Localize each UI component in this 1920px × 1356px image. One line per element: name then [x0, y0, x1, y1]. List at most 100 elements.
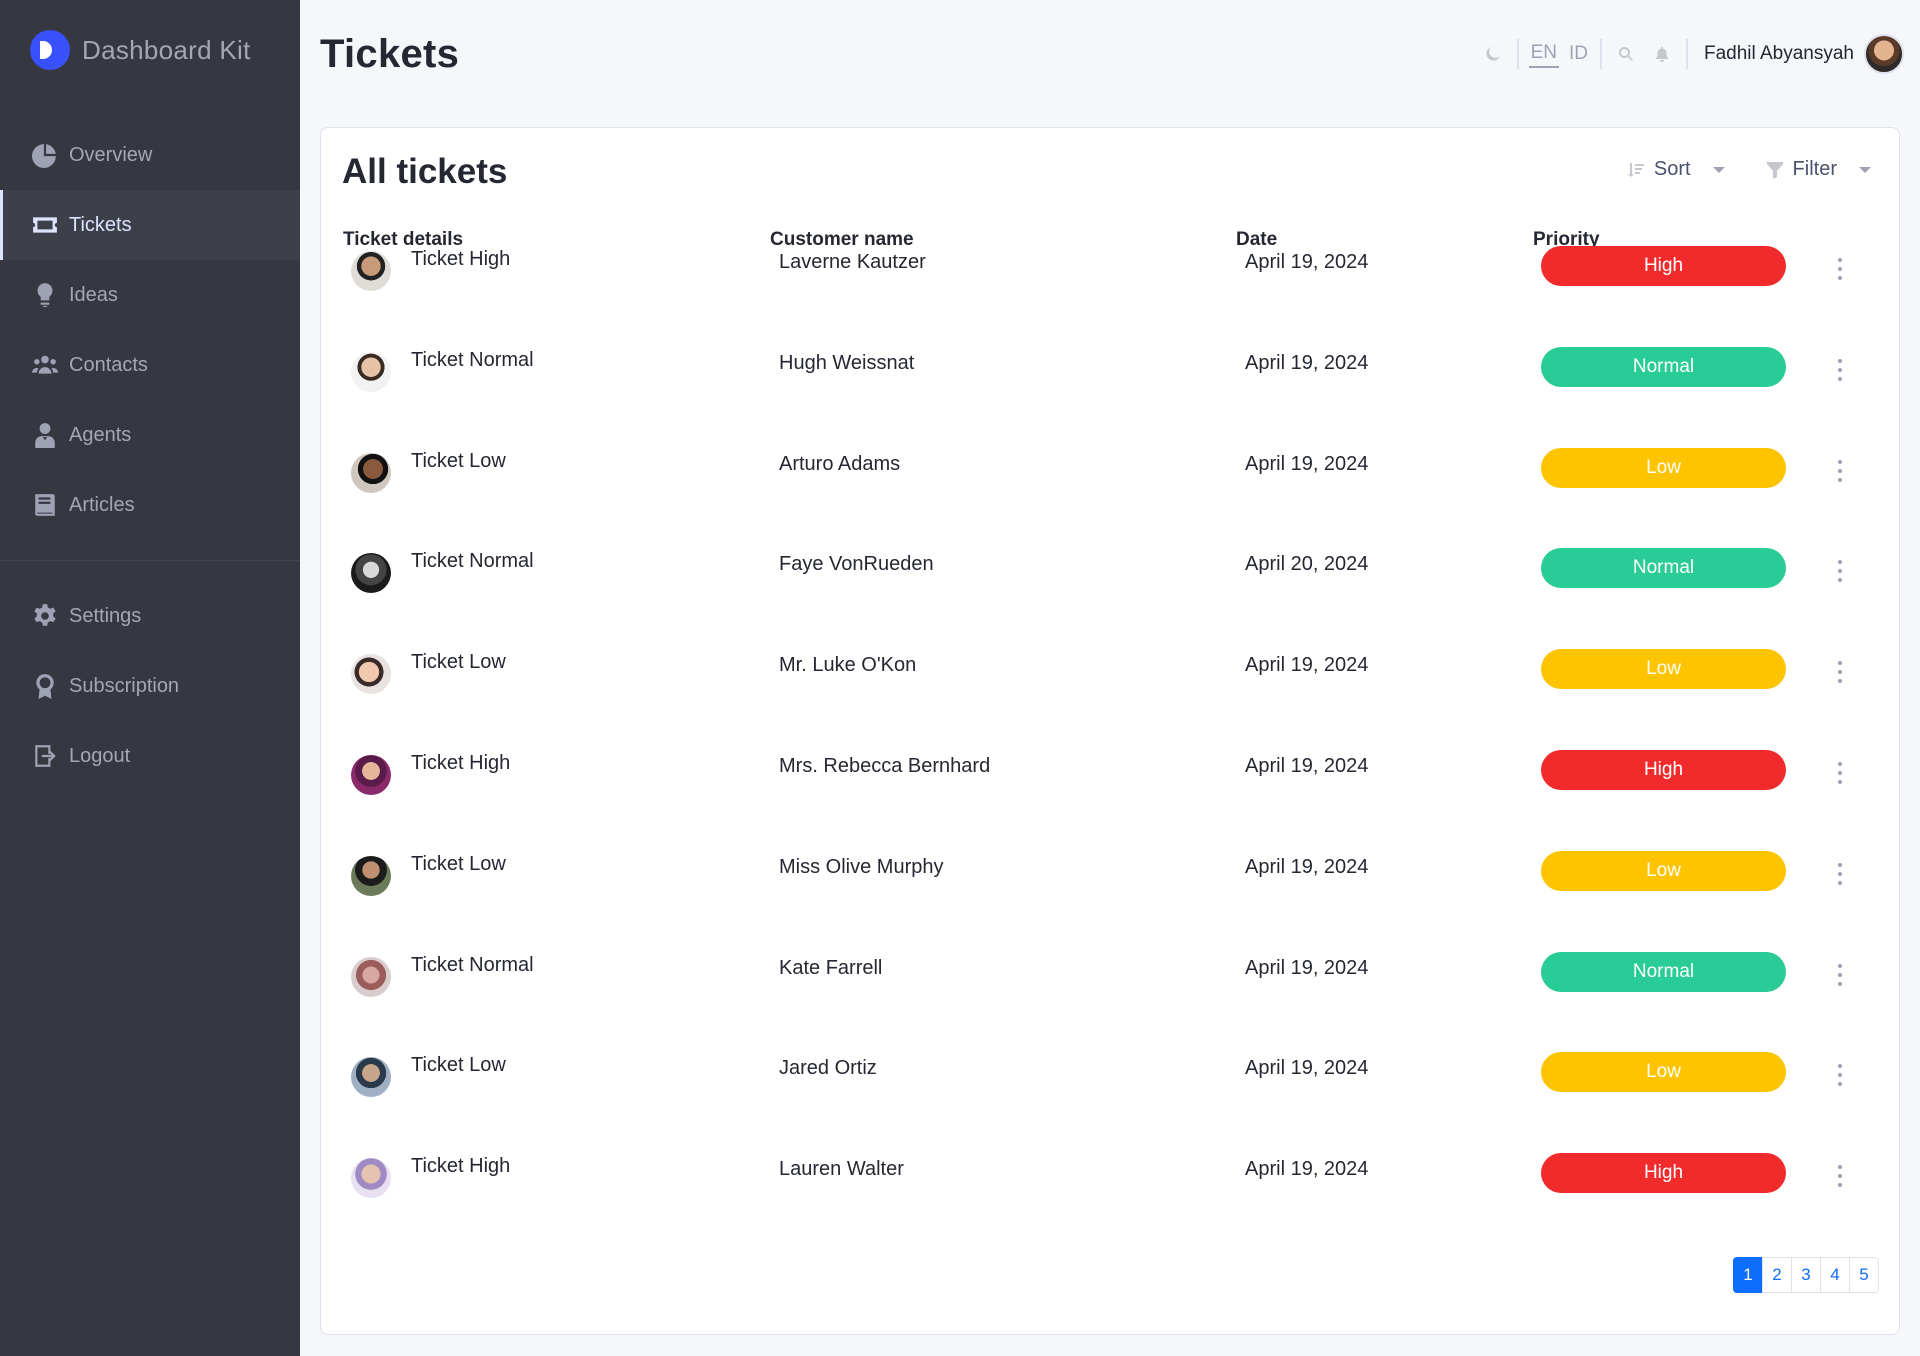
logout-icon	[31, 742, 59, 770]
more-options-icon[interactable]	[1835, 258, 1845, 280]
bell-icon[interactable]	[1652, 44, 1672, 64]
language-id[interactable]: ID	[1567, 41, 1590, 67]
sort-button[interactable]: Sort	[1626, 158, 1725, 181]
ticket-title[interactable]: Ticket Normal	[411, 349, 534, 372]
table-row[interactable]: Ticket Low Miss Olive Murphy April 19, 202…	[321, 829, 1901, 929]
priority-badge: Low	[1541, 1052, 1786, 1093]
table-row[interactable]: Ticket Low Mr. Luke O'Kon April 19, 2024 Lo…	[321, 627, 1901, 727]
ticket-title[interactable]: Ticket Low	[411, 853, 506, 876]
pie-chart-icon	[31, 141, 59, 169]
more-options-icon[interactable]	[1835, 459, 1845, 482]
page-button[interactable]: 3	[1791, 1257, 1821, 1293]
more-options-icon[interactable]	[1835, 358, 1845, 381]
sort-icon	[1627, 162, 1644, 177]
table-row[interactable]: Ticket High Mrs. Rebecca Bernhard April 19…	[321, 728, 1901, 828]
avatar	[351, 251, 391, 291]
avatar[interactable]	[1864, 34, 1904, 74]
table-row[interactable]: Ticket Normal Hugh Weissnat April 19, 2024…	[321, 325, 1901, 425]
sidebar-item-label: Contacts	[69, 353, 148, 376]
priority-badge: Normal	[1541, 346, 1786, 387]
customer-name: Miss Olive Murphy	[779, 855, 944, 878]
page-button[interactable]: 4	[1820, 1257, 1850, 1293]
topbar: EN ID Fadhil Abyansyah	[1475, 32, 1904, 76]
ticket-title[interactable]: Ticket Normal	[411, 550, 534, 573]
customer-name: Mr. Luke O'Kon	[779, 654, 917, 677]
ticket-title[interactable]: Ticket Low	[411, 450, 506, 473]
customer-name: Arturo Adams	[779, 452, 901, 475]
sidebar-item-settings[interactable]: Settings	[0, 581, 300, 651]
language-en[interactable]: EN	[1528, 40, 1559, 68]
customer-name: Mrs. Rebecca Bernhard	[779, 755, 991, 777]
search-icon[interactable]	[1616, 44, 1636, 64]
ticket-title[interactable]: Ticket Low	[411, 651, 506, 674]
ticket-date: April 19, 2024	[1245, 1057, 1369, 1080]
ticket-title[interactable]: Ticket High	[411, 248, 510, 271]
filter-button[interactable]: Filter	[1765, 158, 1871, 181]
pagination: 12345	[1733, 1257, 1879, 1293]
sidebar-item-label: Articles	[69, 493, 135, 516]
sidebar-item-label: Subscription	[69, 674, 180, 697]
more-options-icon[interactable]	[1835, 963, 1845, 986]
priority-badge: Low	[1541, 850, 1786, 891]
sidebar-item-tickets[interactable]: Tickets	[0, 190, 300, 260]
avatar	[351, 452, 391, 493]
more-options-icon[interactable]	[1835, 661, 1845, 684]
users-icon	[31, 351, 59, 379]
customer-name: Jared Ortiz	[779, 1057, 877, 1080]
table-row[interactable]: Ticket Normal Faye VonRueden April 20, 202…	[321, 526, 1901, 626]
avatar	[351, 855, 391, 896]
sidebar: Dashboard Kit Overview Tickets Ideas Contac…	[0, 0, 300, 1356]
avatar	[351, 1158, 391, 1199]
divider	[1686, 39, 1688, 69]
sidebar-divider	[0, 560, 300, 561]
table-row[interactable]: Ticket Low Arturo Adams April 19, 2024 Low	[321, 426, 1901, 526]
ticket-date: April 19, 2024	[1245, 855, 1369, 878]
more-options-icon[interactable]	[1835, 762, 1845, 784]
table-row[interactable]: Ticket High Laverne Kautzer April 19, 2024…	[321, 224, 1901, 324]
more-options-icon[interactable]	[1835, 862, 1845, 885]
more-options-icon[interactable]	[1835, 560, 1845, 583]
brand[interactable]: Dashboard Kit	[30, 30, 251, 70]
table-row[interactable]: Ticket High Lauren Walter April 19, 2024 Hi…	[321, 1131, 1901, 1231]
sidebar-item-agents[interactable]: Agents	[0, 400, 300, 470]
ticket-title[interactable]: Ticket Normal	[411, 954, 534, 977]
table-row[interactable]: Ticket Normal Kate Farrell April 19, 2024 N…	[321, 930, 1901, 1030]
priority-badge: High	[1541, 1153, 1786, 1194]
more-options-icon[interactable]	[1835, 1165, 1845, 1188]
sidebar-item-contacts[interactable]: Contacts	[0, 330, 300, 400]
theme-toggle-icon[interactable]	[1483, 44, 1503, 64]
avatar	[351, 553, 391, 594]
sidebar-item-ideas[interactable]: Ideas	[0, 260, 300, 330]
brand-logo-icon	[30, 30, 70, 70]
ticket-title[interactable]: Ticket High	[411, 752, 510, 775]
customer-name: Laverne Kautzer	[779, 251, 926, 273]
sidebar-item-overview[interactable]: Overview	[0, 120, 300, 190]
avatar	[351, 654, 391, 695]
sidebar-item-articles[interactable]: Articles	[0, 470, 300, 540]
priority-badge: High	[1541, 246, 1786, 286]
ticket-title[interactable]: Ticket High	[411, 1155, 510, 1178]
priority-badge: Normal	[1541, 951, 1786, 992]
ticket-date: April 19, 2024	[1245, 452, 1369, 475]
page-button[interactable]: 2	[1762, 1257, 1792, 1293]
ticket-title[interactable]: Ticket Low	[411, 1054, 506, 1077]
tickets-card: All tickets Sort Filter Ticket details C…	[320, 127, 1900, 1335]
filter-label: Filter	[1792, 158, 1837, 180]
user-name[interactable]: Fadhil Abyansyah	[1704, 43, 1854, 65]
sidebar-item-label: Ideas	[69, 283, 118, 306]
sidebar-item-label: Agents	[69, 423, 132, 446]
brand-name: Dashboard Kit	[82, 34, 251, 65]
ticket-date: April 19, 2024	[1245, 654, 1369, 677]
page-button[interactable]: 1	[1733, 1257, 1763, 1293]
card-tools: Sort Filter	[1586, 158, 1871, 181]
sidebar-item-subscription[interactable]: Subscription	[0, 651, 300, 721]
divider	[1600, 39, 1602, 69]
sidebar-nav: Overview Tickets Ideas Contacts Agents Articl…	[0, 120, 300, 791]
ticket-date: April 19, 2024	[1245, 755, 1369, 777]
sidebar-item-logout[interactable]: Logout	[0, 721, 300, 791]
ticket-date: April 20, 2024	[1245, 553, 1369, 576]
page-button[interactable]: 5	[1849, 1257, 1879, 1293]
table-row[interactable]: Ticket Low Jared Ortiz April 19, 2024 Low	[321, 1030, 1901, 1130]
more-options-icon[interactable]	[1835, 1064, 1845, 1087]
sidebar-item-label: Tickets	[69, 213, 132, 236]
